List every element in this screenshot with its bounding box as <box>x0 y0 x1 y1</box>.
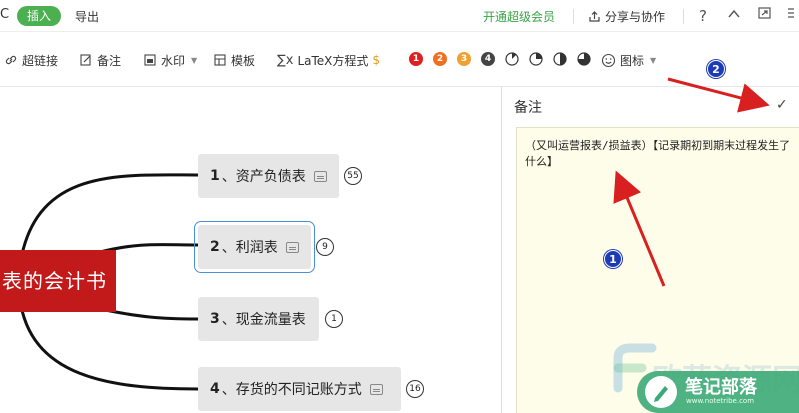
latex-button[interactable]: ∑x LaTeX方程式 $ <box>277 51 380 69</box>
smiley-icon <box>601 53 616 67</box>
icons-button[interactable]: 图标 ▼ <box>601 51 656 69</box>
premium-badge: $ <box>372 53 381 67</box>
pen-icon <box>645 376 677 408</box>
priority-3-icon[interactable]: 3 <box>457 52 471 66</box>
template-button[interactable]: 模板 <box>213 51 255 69</box>
template-label: 模板 <box>231 53 256 68</box>
watermark-url: www.notetribe.com <box>686 397 755 405</box>
progress-half-icon[interactable] <box>553 52 567 66</box>
topic-node-selected[interactable]: 2 、利润表 <box>194 221 315 273</box>
topic-number: 4 <box>210 381 220 397</box>
watermark-brand: 笔记部落 <box>685 377 757 398</box>
vip-link[interactable]: 开通超级会员 <box>483 8 555 25</box>
topic-label: 、现金流量表 <box>221 312 306 328</box>
watermark-icon <box>144 54 156 66</box>
count-badge[interactable]: 16 <box>406 380 424 398</box>
central-topic[interactable]: 表的会计书 <box>0 250 116 312</box>
confirm-check-icon[interactable]: ✓ <box>776 97 788 113</box>
count-badge[interactable]: 9 <box>316 238 334 256</box>
note-panel-title: 备注 <box>514 100 542 116</box>
topic-number: 3 <box>210 311 220 327</box>
hyperlink-button[interactable]: 超链接 <box>4 51 58 69</box>
topic-number: 2 <box>210 239 220 255</box>
share-icon <box>589 11 600 22</box>
annotation-marker-1: 1 <box>604 250 622 268</box>
topic-label: 、存货的不同记账方式 <box>221 382 362 398</box>
progress-quarter-icon[interactable] <box>529 52 543 66</box>
topic-label: 、利润表 <box>221 240 278 256</box>
count-badge[interactable]: 1 <box>325 310 343 328</box>
mindmap-canvas[interactable]: 表的会计书 1 、资产负债表 55 2 、利润表 9 3 、现金流量表 1 4 … <box>0 86 501 413</box>
latex-label: LaTeX方程式 <box>297 53 369 68</box>
topic-node[interactable]: 4 、存货的不同记账方式 <box>198 367 401 411</box>
help-icon[interactable]: ? <box>693 5 713 27</box>
note-content: （又叫运营报表/损益表）【记录期初到期末过程发生了什么】 <box>525 139 791 168</box>
note-label: 备注 <box>97 53 122 68</box>
chevron-down-icon: ▼ <box>191 55 198 65</box>
progress-three-quarter-icon[interactable] <box>577 52 591 66</box>
window-restore-icon[interactable] <box>755 5 775 27</box>
note-button[interactable]: 备注 <box>79 51 121 69</box>
note-icon[interactable] <box>313 170 327 182</box>
watermark-button[interactable]: 水印 ▼ <box>143 51 197 69</box>
edit-note-icon <box>80 54 91 66</box>
watermark-label: 水印 <box>161 53 186 68</box>
topic-node[interactable]: 3 、现金流量表 <box>198 297 319 341</box>
template-icon <box>214 54 226 66</box>
divider <box>573 9 574 24</box>
topic-number: 1 <box>210 168 220 184</box>
note-icon[interactable] <box>369 383 383 395</box>
topic-label: 、资产负债表 <box>221 169 306 185</box>
menu-edge-glyph: C <box>0 7 10 22</box>
collapse-icon[interactable] <box>724 5 744 27</box>
hyperlink-label: 超链接 <box>22 53 59 68</box>
share-label: 分享与协作 <box>605 10 666 24</box>
annotation-marker-2: 2 <box>707 60 725 78</box>
tab-export[interactable]: 导出 <box>75 8 99 25</box>
count-badge[interactable]: 55 <box>344 167 362 185</box>
priority-4-icon[interactable]: 4 <box>481 52 495 66</box>
priority-2-icon[interactable]: 2 <box>433 52 447 66</box>
note-icon[interactable] <box>285 241 299 253</box>
link-icon <box>5 55 17 65</box>
chevron-down-icon: ▼ <box>650 55 657 65</box>
progress-eighth-icon[interactable] <box>505 52 519 66</box>
sigma-icon: ∑x <box>277 52 294 68</box>
tab-insert[interactable]: 插入 <box>17 6 61 26</box>
icons-label: 图标 <box>620 53 645 68</box>
divider <box>683 9 684 24</box>
share-button[interactable]: 分享与协作 <box>588 8 665 25</box>
priority-1-icon[interactable]: 1 <box>409 52 423 66</box>
top-menubar: C 插入 导出 开通超级会员 分享与协作 ? <box>0 0 799 32</box>
format-toolbar: 超链接 备注 水印 ▼ 模板 ∑x LaTeX方程式 $ 1 2 3 4 图标 … <box>0 42 799 78</box>
more-icon[interactable] <box>781 5 799 27</box>
topic-node[interactable]: 1 、资产负债表 <box>198 154 339 198</box>
